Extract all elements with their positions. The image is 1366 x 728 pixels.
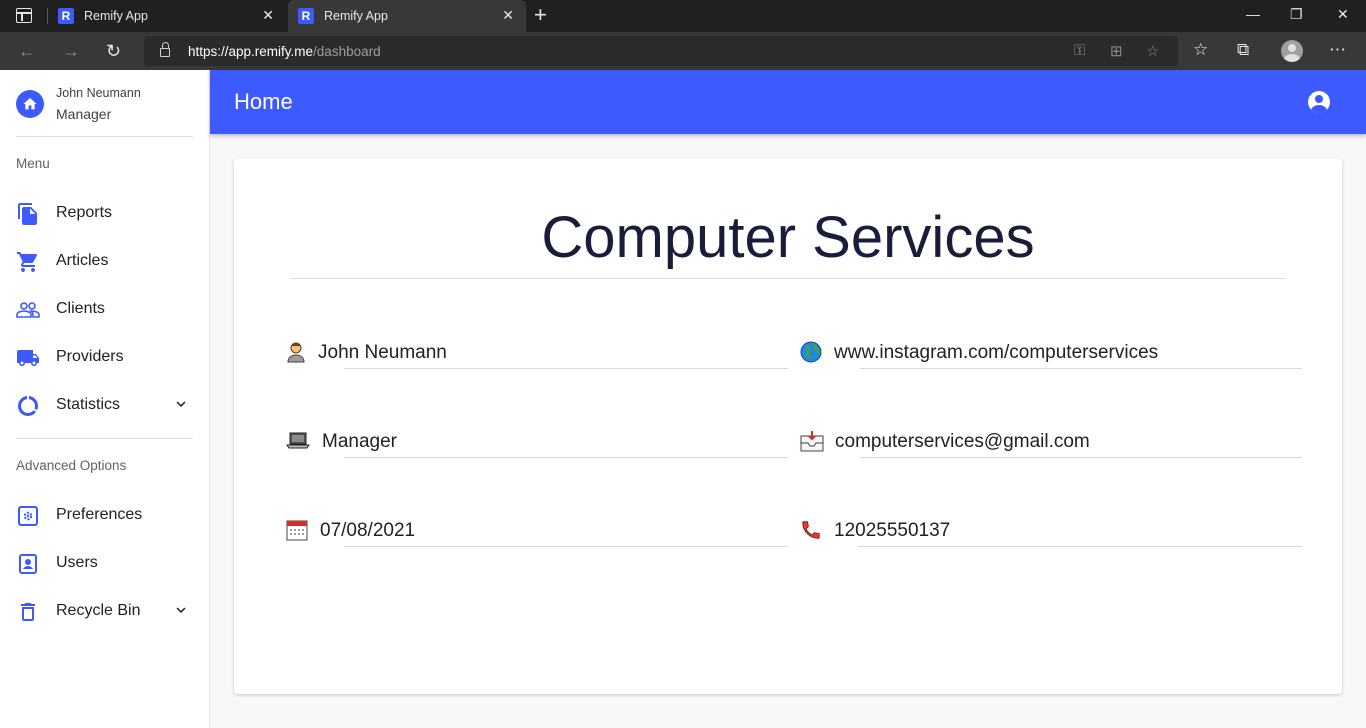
contact-name-field: John Neumann — [286, 341, 788, 381]
phone-value[interactable]: 12025550137 — [834, 520, 950, 542]
divider — [16, 136, 193, 137]
website-field: www.instagram.com/computerservices — [800, 341, 1302, 381]
restore-icon[interactable]: ❐ — [1290, 6, 1303, 23]
inbox-tray-icon — [800, 430, 824, 452]
sidebar-item-label: Recycle Bin — [56, 602, 141, 619]
remify-favicon-icon: R — [58, 8, 74, 24]
title-underline — [290, 278, 1286, 279]
sidebar-item-statistics[interactable]: Statistics — [0, 385, 209, 425]
sidebar-item-label: Providers — [56, 348, 124, 365]
sidebar: John Neumann Manager Menu Reports Articl… — [0, 70, 210, 728]
divider — [16, 438, 193, 439]
field-underline — [344, 457, 788, 458]
menu-section-label: Menu — [16, 156, 50, 171]
tab-title: Remify App — [84, 9, 148, 23]
company-card: Computer Services John Neumann Manager 0… — [234, 158, 1342, 694]
address-bar[interactable]: https://app.remify.me/dashboard ⚿ ⊞ ☆ — [144, 36, 1178, 66]
forward-icon[interactable]: → — [62, 41, 80, 62]
more-icon[interactable]: ⋯ — [1329, 40, 1346, 60]
sidebar-item-label: Reports — [56, 204, 113, 221]
people-icon — [16, 302, 40, 318]
account-circle-icon[interactable] — [1308, 91, 1330, 113]
tab-title: Remify App — [324, 9, 388, 23]
sidebar-item-articles[interactable]: Articles — [0, 241, 209, 281]
sidebar-item-users[interactable]: Users — [0, 543, 209, 583]
settings-box-icon — [18, 506, 38, 526]
donut-chart-icon — [18, 396, 38, 416]
close-window-icon[interactable]: ✕ — [1337, 6, 1349, 23]
sidebar-item-label: Statistics — [56, 396, 121, 413]
user-name: John Neumann — [56, 86, 141, 100]
home-icon[interactable] — [16, 90, 44, 118]
advanced-section-label: Advanced Options — [16, 458, 127, 473]
chevron-down-icon[interactable] — [172, 601, 190, 619]
calendar-icon — [286, 519, 308, 541]
phone-field: 12025550137 — [800, 519, 1302, 559]
sidebar-item-label: Clients — [56, 300, 105, 317]
browser-tab-bar: R Remify App ✕ R Remify App ✕ + — ❐ ✕ — [0, 0, 1366, 32]
sidebar-item-clients[interactable]: Clients — [0, 289, 209, 329]
add-favorite-icon[interactable]: ☆ — [1146, 42, 1159, 60]
date-field: 07/08/2021 — [286, 519, 788, 559]
field-underline — [344, 368, 788, 369]
close-tab-icon[interactable]: ✕ — [502, 7, 514, 24]
user-role: Manager — [56, 106, 112, 122]
laptop-icon — [286, 430, 310, 452]
sidebar-item-reports[interactable]: Reports — [0, 193, 209, 233]
sidebar-item-preferences[interactable]: Preferences — [0, 495, 209, 535]
remify-favicon-icon: R — [298, 8, 314, 24]
lock-icon[interactable] — [160, 42, 170, 57]
profile-avatar[interactable] — [1281, 40, 1303, 62]
apps-icon[interactable]: ⊞ — [1110, 42, 1123, 60]
minimize-icon[interactable]: — — [1246, 6, 1260, 22]
new-tab-icon[interactable]: + — [534, 2, 547, 28]
field-underline — [858, 546, 1302, 547]
website-value[interactable]: www.instagram.com/computerservices — [834, 342, 1158, 364]
truck-icon — [17, 350, 39, 366]
field-underline — [860, 368, 1302, 369]
browser-tab-active[interactable]: R Remify App ✕ — [288, 0, 526, 32]
date-value: 07/08/2021 — [320, 520, 416, 541]
role-field: Manager — [286, 430, 788, 470]
sidebar-item-label: Users — [56, 554, 98, 571]
field-underline — [860, 457, 1302, 458]
app-header: Home — [210, 70, 1366, 134]
collections-icon[interactable]: ⧉ — [1237, 40, 1249, 60]
url-text[interactable]: https://app.remify.me/dashboard — [188, 44, 381, 59]
sidebar-item-recycle-bin[interactable]: Recycle Bin — [0, 591, 209, 631]
role-value: Manager — [322, 431, 397, 452]
email-field: computerservices@gmail.com — [800, 430, 1302, 470]
email-value[interactable]: computerservices@gmail.com — [835, 431, 1090, 453]
trash-icon — [21, 603, 35, 621]
phone-receiver-icon — [800, 519, 822, 541]
person-icon — [286, 341, 308, 363]
back-icon[interactable]: ← — [18, 41, 36, 62]
user-box-icon — [19, 554, 37, 574]
close-tab-icon[interactable]: ✕ — [262, 7, 274, 24]
file-copy-icon — [18, 203, 37, 225]
browser-tab[interactable]: R Remify App ✕ — [48, 0, 286, 32]
sidebar-item-providers[interactable]: Providers — [0, 337, 209, 377]
company-name: Computer Services — [541, 205, 1035, 270]
chevron-down-icon[interactable] — [172, 395, 190, 413]
browser-toolbar: ← → ↻ https://app.remify.me/dashboard ⚿ … — [0, 32, 1366, 70]
field-underline — [344, 546, 788, 547]
sidebar-item-label: Articles — [56, 252, 109, 269]
refresh-icon[interactable]: ↻ — [106, 41, 121, 62]
sidebar-item-label: Preferences — [56, 506, 143, 523]
cart-icon — [17, 252, 38, 272]
tab-actions-icon[interactable] — [16, 8, 32, 23]
favorites-icon[interactable]: ☆ — [1193, 40, 1208, 60]
contact-name-value: John Neumann — [318, 342, 447, 363]
globe-icon — [800, 341, 822, 363]
page-title: Home — [234, 89, 293, 114]
key-icon[interactable]: ⚿ — [1074, 42, 1085, 59]
